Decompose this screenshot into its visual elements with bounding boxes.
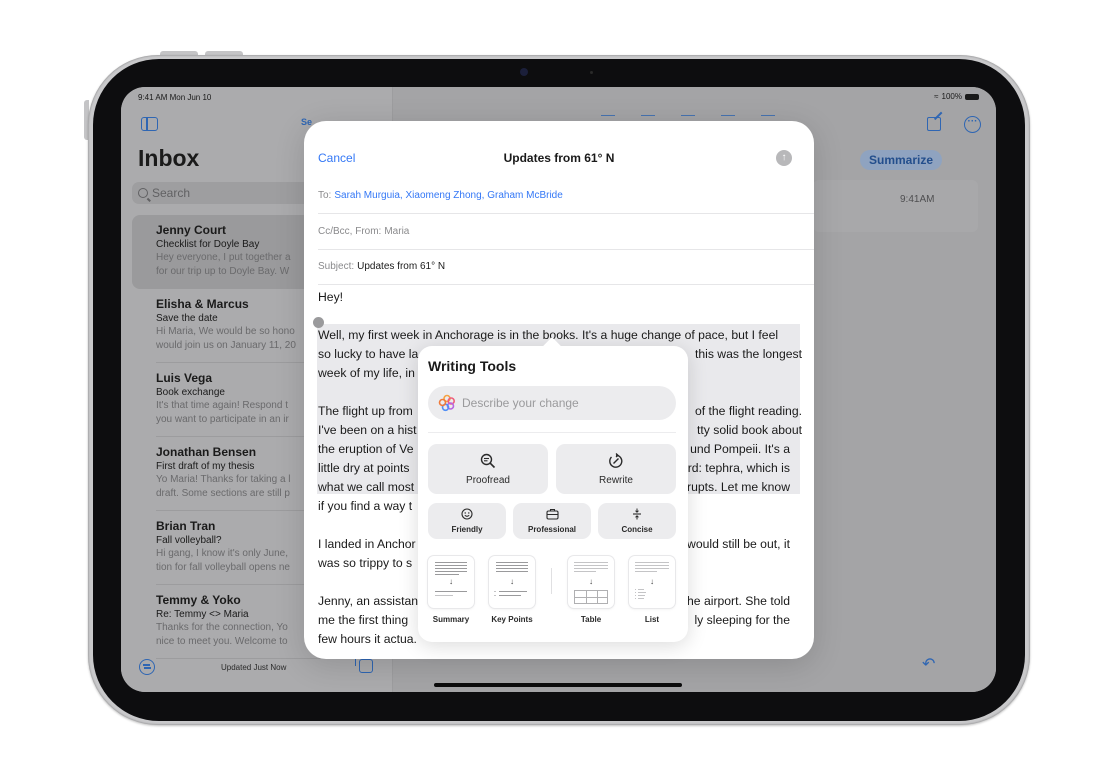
home-indicator[interactable]	[434, 683, 682, 687]
professional-label: Professional	[527, 525, 576, 534]
body-line: ly sleeping for the	[694, 613, 790, 627]
rewrite-button[interactable]: Rewrite	[556, 444, 676, 494]
inbox-title: Inbox	[138, 145, 200, 171]
cc-bcc-label: Cc/Bcc, From:	[318, 226, 382, 237]
table-label: Table	[580, 615, 602, 624]
more-icon[interactable]: ···	[964, 116, 981, 133]
body-line: little dry at points	[318, 461, 410, 475]
wifi-icon: ≈	[934, 92, 939, 101]
body-line: the eruption of Ve	[318, 442, 414, 456]
divider	[428, 432, 676, 433]
body-line: I landed in Anchor	[318, 537, 416, 551]
body-line: this was the longest	[694, 347, 802, 361]
table-icon	[574, 590, 608, 604]
list-button[interactable]: ↓	[629, 556, 675, 608]
subject-field[interactable]: Subject: Updates from 61° N	[318, 249, 814, 285]
summarize-button[interactable]: Summarize	[860, 150, 943, 170]
arrow-down-icon: ↓	[449, 577, 453, 586]
to-label: To:	[318, 190, 332, 201]
camera	[520, 68, 528, 76]
body-line: me the first thing	[318, 613, 409, 627]
greeting: Hey!	[318, 290, 344, 304]
sidebar-toggle-icon[interactable]	[141, 117, 158, 131]
proofread-icon	[480, 453, 496, 471]
body-line: few hours it actua.	[318, 632, 417, 646]
search-icon	[138, 188, 148, 198]
compose-icon[interactable]	[927, 117, 941, 131]
describe-change-placeholder: Describe your change	[462, 396, 579, 410]
table-button[interactable]: ↓	[568, 556, 614, 608]
cancel-button[interactable]: Cancel	[318, 151, 355, 165]
body-line: so lucky to have la	[318, 347, 419, 361]
briefcase-icon	[545, 508, 559, 523]
writing-tools-panel: Writing Tools Describe your change Proof…	[418, 337, 688, 642]
body-line: rupts. Let me know	[687, 480, 790, 494]
proofread-button[interactable]: Proofread	[428, 444, 548, 494]
arrow-down-icon: ↓	[510, 577, 514, 586]
status-time: 9:41 AM Mon Jun 10	[138, 93, 212, 102]
battery-icon	[965, 93, 979, 100]
cc-bcc-field[interactable]: Cc/Bcc, From: Maria	[318, 214, 814, 250]
rewrite-icon	[608, 452, 624, 471]
select-button[interactable]: Se	[301, 117, 312, 127]
send-button[interactable]: ↑	[776, 150, 792, 166]
subject-value: Updates from 61° N	[357, 261, 446, 272]
search-placeholder: Search	[152, 186, 191, 200]
mailboxes-icon[interactable]	[355, 655, 373, 673]
body-line: of the flight reading.	[694, 404, 802, 418]
subject-label: Subject:	[318, 261, 355, 272]
filter-icon[interactable]	[139, 659, 155, 675]
friendly-label: Friendly	[451, 525, 483, 534]
proofread-label: Proofread	[466, 474, 510, 486]
body-line: week of my life, in	[318, 366, 415, 380]
apple-intelligence-icon	[438, 394, 456, 412]
body-line: would still be out, it	[687, 537, 790, 551]
arrow-down-icon: ↓	[650, 577, 654, 586]
arrow-down-icon: ↓	[589, 577, 593, 586]
battery-level: 100%	[941, 92, 962, 101]
professional-button[interactable]: Professional	[513, 503, 591, 539]
format-divider	[551, 568, 552, 594]
body-line: he airport. She told	[687, 594, 790, 608]
reply-icon[interactable]: ↶	[922, 657, 938, 673]
body-line: what we call most	[318, 480, 415, 494]
key-points-label: Key Points	[491, 615, 533, 624]
message-header-card	[813, 180, 978, 232]
summary-label: Summary	[432, 615, 470, 624]
status-indicators: ≈ 100%	[934, 92, 979, 101]
friendly-button[interactable]: Friendly	[428, 503, 506, 539]
body-line: Jenny, an assistan	[318, 594, 419, 608]
rewrite-label: Rewrite	[599, 474, 633, 486]
body-line: rd: tephra, which is	[687, 461, 790, 475]
list-label: List	[644, 615, 660, 624]
smiley-icon	[461, 508, 473, 523]
sensor	[590, 71, 593, 74]
concise-button[interactable]: Concise	[598, 503, 676, 539]
body-line: if you find a way t	[318, 499, 413, 513]
summary-button[interactable]: ↓	[428, 556, 474, 608]
update-status: Updated Just Now	[221, 663, 287, 672]
body-line: was so trippy to s	[318, 556, 413, 570]
body-line: tty solid book about	[696, 423, 802, 437]
concise-icon	[632, 508, 642, 523]
from-value: Maria	[384, 226, 410, 237]
concise-label: Concise	[621, 525, 653, 534]
compose-title: Updates from 61° N	[503, 151, 615, 165]
to-recipients: Sarah Murguia, Xiaomeng Zhong, Graham Mc…	[334, 190, 563, 201]
describe-change-input[interactable]: Describe your change	[428, 386, 676, 420]
to-field[interactable]: To: Sarah Murguia, Xiaomeng Zhong, Graha…	[318, 178, 814, 214]
body-line: I've been on a hist	[318, 423, 417, 437]
message-time: 9:41AM	[900, 194, 935, 205]
body-line: und Pompeii. It's a	[690, 442, 790, 456]
arrow-up-icon: ↑	[781, 152, 787, 163]
body-line: The flight up from	[318, 404, 413, 418]
writing-tools-title: Writing Tools	[428, 358, 517, 374]
key-points-button[interactable]: ↓	[489, 556, 535, 608]
